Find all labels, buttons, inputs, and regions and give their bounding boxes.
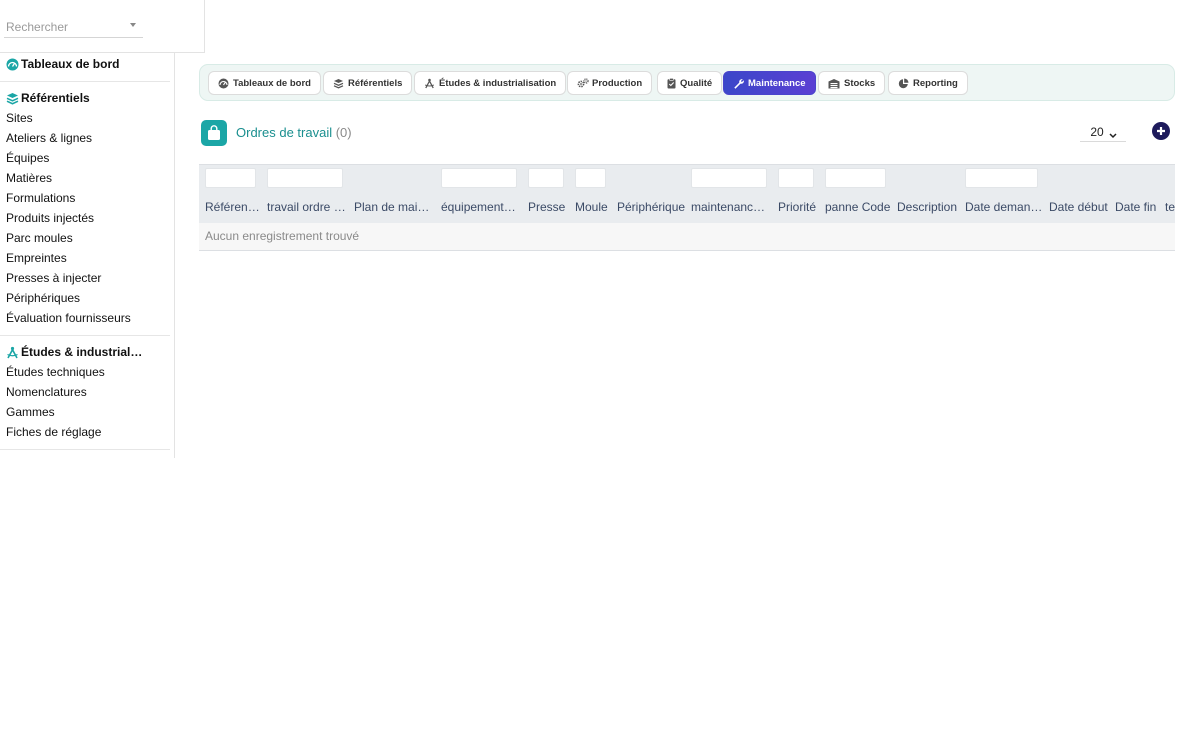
column-header-date-demande[interactable]: Date demande [965, 200, 1043, 214]
compass-icon [6, 346, 19, 359]
sidebar-heading-dashboards[interactable]: Tableaux de bord [0, 54, 170, 74]
sidebar-heading-label: Tableaux de bord [21, 57, 120, 71]
empty-state-message: Aucun enregistrement trouvé [205, 229, 360, 243]
sidebar-item-parc-moules[interactable]: Parc moules [0, 228, 170, 248]
chevron-down-icon [1109, 128, 1117, 139]
sidebar-item-matieres[interactable]: Matières [0, 168, 170, 188]
filter-input-presse[interactable] [528, 168, 564, 188]
shopping-bag-icon [201, 120, 227, 146]
filter-input-reference[interactable] [205, 168, 256, 188]
tab-label: Référentiels [348, 77, 403, 89]
tab-maintenance[interactable]: Maintenance [723, 71, 816, 95]
column-header-equipement[interactable]: équipement … [441, 200, 519, 214]
gears-icon [577, 77, 589, 89]
page-title: Ordres de travail (0) [236, 125, 352, 140]
tab-label: Stocks [844, 77, 876, 89]
sidebar-item-nomenclatures[interactable]: Nomenclatures [0, 382, 170, 402]
sidebar-divider [0, 449, 170, 450]
wrench-icon [733, 78, 744, 89]
plus-icon [1157, 127, 1165, 135]
module-tab-bar: Tableaux de bord Référentiels Études & i… [199, 64, 1175, 101]
column-header-moule[interactable]: Moule [575, 200, 611, 214]
tab-stocks[interactable]: Stocks [818, 71, 886, 95]
sidebar-heading-label: Référentiels [21, 91, 90, 105]
tab-label: Maintenance [748, 77, 806, 89]
sidebar-item-empreintes[interactable]: Empreintes [0, 248, 170, 268]
filter-input-maintenance[interactable] [691, 168, 767, 188]
sidebar-heading-label: Études & industrialis… [21, 345, 143, 359]
sidebar-item-sites[interactable]: Sites [0, 108, 170, 128]
pie-chart-icon [898, 78, 909, 89]
dashboard-icon [218, 78, 229, 89]
tab-production[interactable]: Production [567, 71, 653, 95]
tab-qualite[interactable]: Qualité [657, 71, 723, 95]
column-header-plan-maintenance[interactable]: Plan de mai… [354, 200, 430, 214]
sidebar-item-ateliers-lignes[interactable]: Ateliers & lignes [0, 128, 170, 148]
tab-referentiels[interactable]: Référentiels [323, 71, 413, 95]
sidebar-item-formulations[interactable]: Formulations [0, 188, 170, 208]
clipboard-check-icon [667, 77, 676, 89]
tab-label: Reporting [913, 77, 958, 89]
sidebar-item-etudes-techniques[interactable]: Études techniques [0, 362, 170, 382]
tab-label: Production [592, 77, 643, 89]
tab-label: Qualité [680, 77, 713, 89]
column-header-priorite[interactable]: Priorité [778, 200, 820, 214]
column-header-date-debut[interactable]: Date début [1049, 200, 1109, 214]
search-input[interactable] [4, 17, 143, 38]
sidebar-section-dashboards[interactable]: Tableaux de bord [0, 54, 170, 74]
add-record-button[interactable] [1152, 122, 1170, 140]
column-header-travail-ordre[interactable]: travail ordre … [267, 200, 347, 214]
sidebar-item-presses[interactable]: Presses à injecter [0, 268, 170, 288]
sidebar-item-gammes[interactable]: Gammes [0, 402, 170, 422]
tab-tableaux-de-bord[interactable]: Tableaux de bord [208, 71, 321, 95]
search-container [0, 0, 205, 53]
sidebar-section-referentiels: Référentiels Sites Ateliers & lignes Équ… [0, 88, 170, 328]
filter-input-moule[interactable] [575, 168, 606, 188]
sidebar-item-peripheriques[interactable]: Périphériques [0, 288, 170, 308]
sidebar-heading-etudes[interactable]: Études & industrialis… [0, 342, 170, 362]
column-header-presse[interactable]: Presse [528, 200, 568, 214]
layers-icon [333, 78, 344, 89]
record-count: (0) [335, 125, 352, 140]
column-header-peripherique[interactable]: Périphérique [617, 200, 687, 214]
column-header-truncated[interactable]: te [1165, 200, 1175, 214]
sidebar-heading-referentiels[interactable]: Référentiels [0, 88, 170, 108]
page-size-value: 20 [1090, 124, 1104, 139]
warehouse-icon [828, 78, 840, 89]
sidebar-item-evaluation-fournisseurs[interactable]: Évaluation fournisseurs [0, 308, 170, 328]
sidebar-section-etudes: Études & industrialis… Études techniques… [0, 342, 170, 442]
tab-label: Tableaux de bord [233, 77, 311, 89]
compass-icon [424, 78, 435, 89]
dashboard-icon [6, 58, 19, 71]
page-title-text: Ordres de travail [236, 125, 333, 140]
filter-input-priorite[interactable] [778, 168, 814, 188]
sidebar-item-fiches-reglage[interactable]: Fiches de réglage [0, 422, 170, 442]
grid-header: Référence travail ordre … Plan de mai… é… [199, 164, 1175, 223]
sidebar-item-produits-injectes[interactable]: Produits injectés [0, 208, 170, 228]
tab-label: Études & industrialisation [439, 77, 557, 89]
tab-etudes-industrialisation[interactable]: Études & industrialisation [414, 71, 567, 95]
grid-body: Aucun enregistrement trouvé [199, 223, 1175, 251]
sidebar-item-equipes[interactable]: Équipes [0, 148, 170, 168]
tab-reporting[interactable]: Reporting [888, 71, 968, 95]
column-header-date-fin[interactable]: Date fin [1115, 200, 1159, 214]
chevron-down-icon[interactable] [130, 23, 136, 27]
filter-input-panne-code[interactable] [825, 168, 886, 188]
filter-input-equipement[interactable] [441, 168, 517, 188]
column-header-maintenance[interactable]: maintenance… [691, 200, 769, 214]
column-header-description[interactable]: Description [897, 200, 959, 214]
layers-icon [6, 92, 19, 105]
sidebar-divider [0, 81, 170, 82]
sidebar: Tableaux de bord Référentiels Sites Atel… [0, 0, 175, 458]
filter-input-date-demande[interactable] [965, 168, 1038, 188]
page-size-select[interactable]: 20 [1080, 122, 1126, 142]
column-header-panne-code[interactable]: panne Code [825, 200, 891, 214]
column-header-reference[interactable]: Référence [205, 200, 260, 214]
sidebar-divider [0, 335, 170, 336]
filter-input-travail-ordre[interactable] [267, 168, 343, 188]
